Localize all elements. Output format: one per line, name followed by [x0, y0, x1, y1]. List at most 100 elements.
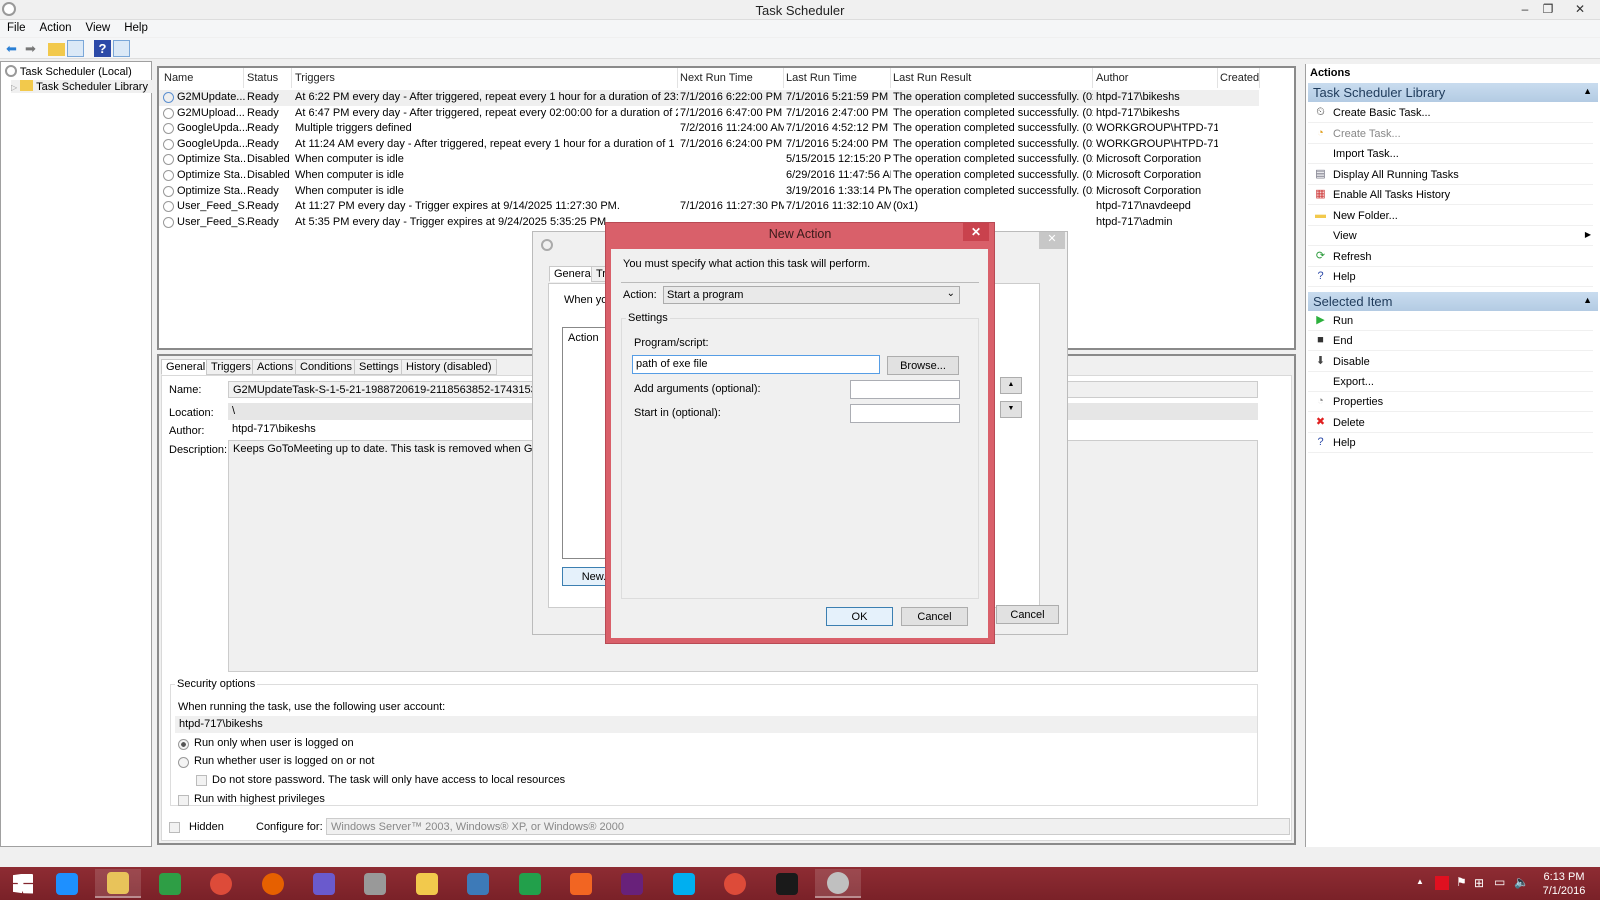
table-row[interactable]: User_Feed_S... Ready At 11:27 PM every day…	[159, 199, 1259, 215]
show-hidden-icons-button[interactable]: ▲	[1416, 877, 1424, 886]
section-selected-item[interactable]: Selected Item ▲	[1308, 292, 1598, 311]
configure-for-select[interactable]: Windows Server™ 2003, Windows® XP, or Wi…	[326, 818, 1290, 835]
tab-conditions[interactable]: Conditions	[295, 359, 357, 375]
column-separator[interactable]	[291, 68, 292, 88]
dialog-close-button[interactable]: ✕	[963, 223, 989, 241]
column-header-name[interactable]: Name	[164, 72, 193, 84]
column-separator[interactable]	[1092, 68, 1093, 88]
taskbar-chrome[interactable]	[712, 869, 758, 898]
action-center-flag-icon[interactable]: ⚑	[1456, 875, 1467, 889]
back-icon[interactable]: ⬅	[3, 40, 20, 57]
volume-icon[interactable]: 🔈	[1514, 875, 1529, 889]
action-end[interactable]: ■ End	[1308, 331, 1593, 352]
menu-action[interactable]: Action	[33, 20, 79, 36]
table-row[interactable]: GoogleUpda... Ready Multiple triggers defi…	[159, 121, 1259, 137]
table-row[interactable]: Optimize Sta... Ready When computer is idl…	[159, 184, 1259, 200]
add-arguments-input[interactable]	[850, 380, 960, 399]
action-create-basic-task[interactable]: ⏲ Create Basic Task...	[1308, 103, 1593, 123]
taskbar-store[interactable]	[147, 869, 193, 898]
network-icon[interactable]: ▭	[1494, 875, 1505, 889]
move-up-button[interactable]: ▲	[1000, 377, 1022, 394]
action-import-task[interactable]: Import Task...	[1308, 144, 1593, 164]
action-view[interactable]: View ▶	[1308, 226, 1593, 246]
taskbar-visual-studio-code[interactable]	[507, 869, 553, 898]
column-header-status[interactable]: Status	[247, 72, 278, 84]
action-properties[interactable]: ◔ Properties	[1308, 392, 1593, 413]
table-row[interactable]: G2MUpdate... Ready At 6:22 PM every day - …	[159, 90, 1259, 106]
forward-icon[interactable]: ➡	[22, 40, 39, 57]
program-script-input[interactable]: path of exe file	[632, 355, 880, 374]
action-new-folder[interactable]: ▬ New Folder...	[1308, 206, 1593, 226]
menu-help[interactable]: Help	[117, 20, 155, 36]
up-folder-icon[interactable]	[48, 43, 65, 56]
column-separator[interactable]	[783, 68, 784, 88]
action-refresh[interactable]: ⟳ Refresh	[1308, 247, 1593, 267]
action-create-task[interactable]: ◔ Create Task...	[1308, 124, 1593, 144]
section-task-scheduler-library[interactable]: Task Scheduler Library ▲	[1308, 83, 1598, 102]
tab-settings[interactable]: Settings	[354, 359, 404, 375]
tab-actions[interactable]: Actions	[252, 359, 299, 375]
column-separator[interactable]	[890, 68, 891, 88]
tree-item-library[interactable]: ▷ Task Scheduler Library	[11, 80, 152, 93]
taskbar-visual-studio-purple[interactable]	[301, 869, 347, 898]
column-header-triggers[interactable]: Triggers	[295, 72, 335, 84]
tab-history-disabled[interactable]: History (disabled)	[401, 359, 497, 375]
minimize-button[interactable]: –	[1513, 2, 1537, 16]
run-logged-on-label[interactable]: Run only when user is logged on	[194, 737, 354, 749]
column-header-author[interactable]: Author	[1096, 72, 1128, 84]
table-row[interactable]: Optimize Sta... Disabled When computer is …	[159, 168, 1259, 184]
ok-button[interactable]: OK	[826, 607, 893, 626]
action-run[interactable]: ▶ Run	[1308, 311, 1593, 331]
tab-triggers[interactable]: Triggers	[206, 359, 256, 375]
tray-app-icon[interactable]	[1435, 876, 1449, 890]
taskbar-visual-studio[interactable]	[609, 869, 655, 898]
column-separator[interactable]	[1259, 68, 1260, 88]
taskbar-folder[interactable]	[404, 869, 450, 898]
action-enable-all-tasks-history[interactable]: ▦ Enable All Tasks History	[1308, 185, 1593, 205]
taskbar-document[interactable]	[455, 869, 501, 898]
cancel-button[interactable]: Cancel	[996, 605, 1059, 624]
browse-button[interactable]: Browse...	[887, 356, 959, 375]
help-icon[interactable]: ?	[94, 40, 111, 57]
hidden-checkbox[interactable]	[169, 822, 180, 833]
windows-tray-icon[interactable]: ⊞	[1474, 876, 1484, 890]
action-help[interactable]: ? Help	[1308, 433, 1593, 453]
table-row[interactable]: Optimize Sta... Disabled When computer is …	[159, 152, 1259, 168]
collapse-arrow-icon[interactable]: ▲	[1583, 295, 1592, 305]
column-header-next-run-time[interactable]: Next Run Time	[680, 72, 753, 84]
run-whether-radio[interactable]	[178, 757, 189, 768]
action-export[interactable]: Export...	[1308, 372, 1593, 392]
table-row[interactable]: G2MUpload... Ready At 6:47 PM every day - …	[159, 106, 1259, 122]
column-separator[interactable]	[243, 68, 244, 88]
tree-item-local[interactable]: Task Scheduler (Local)	[5, 65, 132, 78]
menu-file[interactable]: File	[0, 20, 33, 36]
column-header-last-run-time[interactable]: Last Run Time	[786, 72, 857, 84]
dialog-close-button[interactable]: ✕	[1039, 232, 1065, 249]
no-store-password-label[interactable]: Do not store password. The task will onl…	[212, 774, 565, 786]
taskbar-file-explorer[interactable]	[95, 869, 142, 898]
highest-privileges-label[interactable]: Run with highest privileges	[194, 793, 325, 805]
column-separator[interactable]	[1217, 68, 1218, 88]
taskbar-chrome[interactable]	[198, 869, 244, 898]
taskbar-skype[interactable]	[661, 869, 707, 898]
move-down-button[interactable]: ▼	[1000, 401, 1022, 418]
taskbar-command-prompt[interactable]	[764, 869, 810, 898]
expand-arrow-icon[interactable]: ▷	[11, 83, 17, 92]
run-whether-label[interactable]: Run whether user is logged on or not	[194, 755, 374, 767]
action-display-all-running-tasks[interactable]: ▤ Display All Running Tasks	[1308, 165, 1593, 185]
taskbar-paint[interactable]	[558, 869, 604, 898]
run-logged-on-radio[interactable]	[178, 739, 189, 750]
no-store-password-checkbox[interactable]	[196, 775, 207, 786]
action-delete[interactable]: ✖ Delete	[1308, 413, 1593, 433]
start-in-input[interactable]	[850, 404, 960, 423]
column-header-created[interactable]: Created	[1220, 72, 1259, 84]
action-disable[interactable]: ⬇ Disable	[1308, 352, 1593, 372]
action-select[interactable]: Start a program ⌄	[663, 286, 960, 304]
taskbar-tools[interactable]	[352, 869, 398, 898]
taskbar-internet-explorer[interactable]	[44, 869, 90, 898]
column-separator[interactable]	[677, 68, 678, 88]
restore-button[interactable]: ❐	[1536, 2, 1560, 16]
taskbar-firefox[interactable]	[250, 869, 296, 898]
close-button[interactable]: ✕	[1568, 2, 1592, 16]
collapse-arrow-icon[interactable]: ▲	[1583, 86, 1592, 96]
